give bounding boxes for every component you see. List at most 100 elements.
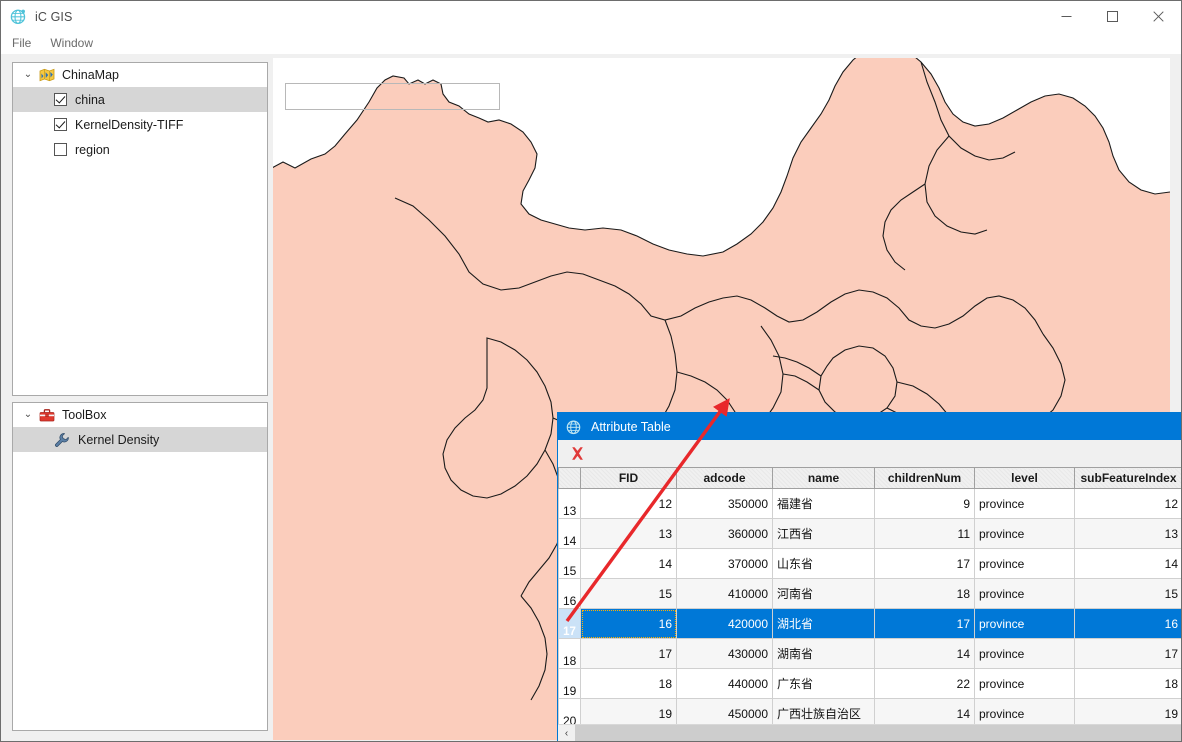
application-window: iC GIS File Window ⌄ ChinaMap china Kern… (0, 0, 1182, 742)
layer-checkbox-kerneldensity-tiff[interactable] (54, 118, 67, 131)
cell-subfeatureindex[interactable]: 18 (1074, 668, 1181, 699)
table-row-selected[interactable]: 17 16 420000 湖北省 17 province 16 (558, 608, 1181, 639)
cell-subfeatureindex[interactable]: 12 (1074, 488, 1181, 519)
column-header-name[interactable]: name (772, 467, 875, 489)
table-row[interactable]: 18 17 430000 湖南省 14 province 17 (558, 638, 1181, 669)
cell-adcode[interactable]: 350000 (676, 488, 773, 519)
layer-item-china[interactable]: china (13, 87, 267, 112)
cell-adcode[interactable]: 440000 (676, 668, 773, 699)
table-row[interactable]: 19 18 440000 广东省 22 province 18 (558, 668, 1181, 699)
row-header-corner[interactable] (558, 467, 581, 489)
scroll-left-arrow-icon[interactable]: ‹ (558, 725, 575, 741)
map-folder-icon (39, 68, 55, 82)
row-number[interactable]: 18 (558, 638, 581, 669)
cell-level[interactable]: province (974, 608, 1075, 639)
cell-adcode[interactable]: 420000 (676, 608, 773, 639)
row-number[interactable]: 17 (558, 608, 581, 639)
map-empty-rectangle (285, 83, 500, 110)
minimize-icon (1061, 16, 1071, 17)
attribute-data-grid[interactable]: FID adcode name childrenNum level subFea… (558, 467, 1181, 741)
attribute-table-window: Attribute Table FID adcode name children… (557, 412, 1181, 741)
row-number[interactable]: 15 (558, 548, 581, 579)
cell-fid[interactable]: 17 (580, 638, 677, 669)
table-body: 13 12 350000 福建省 9 province 12 14 13 360… (558, 488, 1181, 729)
cell-adcode[interactable]: 360000 (676, 518, 773, 549)
cell-level[interactable]: province (974, 548, 1075, 579)
cell-level[interactable]: province (974, 638, 1075, 669)
scrollbar-thumb[interactable] (575, 725, 1181, 741)
column-header-level[interactable]: level (974, 467, 1075, 489)
cell-childrennum[interactable]: 18 (874, 578, 975, 609)
cell-adcode[interactable]: 430000 (676, 638, 773, 669)
chevron-down-icon[interactable]: ⌄ (21, 408, 35, 422)
row-number[interactable]: 16 (558, 578, 581, 609)
window-controls (1043, 1, 1181, 32)
cell-fid[interactable]: 15 (580, 578, 677, 609)
menu-bar: File Window (1, 32, 1181, 54)
cell-name[interactable]: 湖南省 (772, 638, 875, 669)
attribute-table-title: Attribute Table (591, 419, 671, 434)
cell-fid[interactable]: 18 (580, 668, 677, 699)
delete-selection-button[interactable] (567, 444, 587, 464)
cell-name[interactable]: 山东省 (772, 548, 875, 579)
toolbox-item-kernel-density[interactable]: Kernel Density (13, 427, 267, 452)
maximize-button[interactable] (1089, 1, 1135, 32)
cell-fid[interactable]: 14 (580, 548, 677, 579)
row-number[interactable]: 19 (558, 668, 581, 699)
toolbox-group-label: ToolBox (62, 408, 107, 422)
cell-childrennum[interactable]: 11 (874, 518, 975, 549)
cell-subfeatureindex[interactable]: 16 (1074, 608, 1181, 639)
cell-subfeatureindex[interactable]: 15 (1074, 578, 1181, 609)
cell-adcode[interactable]: 410000 (676, 578, 773, 609)
row-number[interactable]: 13 (558, 488, 581, 519)
toolbox-group[interactable]: ⌄ ToolBox (13, 403, 267, 427)
cell-subfeatureindex[interactable]: 17 (1074, 638, 1181, 669)
menu-item-file[interactable]: File (4, 34, 39, 52)
toolbox-icon (39, 409, 55, 422)
cell-childrennum[interactable]: 14 (874, 638, 975, 669)
table-row[interactable]: 15 14 370000 山东省 17 province 14 (558, 548, 1181, 579)
cell-childrennum[interactable]: 17 (874, 548, 975, 579)
cell-name[interactable]: 福建省 (772, 488, 875, 519)
cell-level[interactable]: province (974, 518, 1075, 549)
scrollbar-track[interactable] (575, 725, 1181, 741)
column-header-adcode[interactable]: adcode (676, 467, 773, 489)
table-row[interactable]: 16 15 410000 河南省 18 province 15 (558, 578, 1181, 609)
layer-item-region[interactable]: region (13, 137, 267, 162)
cell-level[interactable]: province (974, 578, 1075, 609)
column-header-subfeatureindex[interactable]: subFeatureIndex (1074, 467, 1181, 489)
cell-name[interactable]: 江西省 (772, 518, 875, 549)
cell-childrennum[interactable]: 9 (874, 488, 975, 519)
layer-group-chinamap[interactable]: ⌄ ChinaMap (13, 63, 267, 87)
minimize-button[interactable] (1043, 1, 1089, 32)
column-header-fid[interactable]: FID (580, 467, 677, 489)
cell-childrennum[interactable]: 22 (874, 668, 975, 699)
horizontal-scrollbar[interactable]: ‹ (558, 724, 1181, 741)
cell-fid[interactable]: 13 (580, 518, 677, 549)
table-row[interactable]: 14 13 360000 江西省 11 province 13 (558, 518, 1181, 549)
menu-item-window[interactable]: Window (42, 34, 101, 52)
cell-level[interactable]: province (974, 488, 1075, 519)
attribute-table: FID adcode name childrenNum level subFea… (558, 467, 1181, 729)
cell-level[interactable]: province (974, 668, 1075, 699)
cell-name[interactable]: 广东省 (772, 668, 875, 699)
close-button[interactable] (1135, 1, 1181, 32)
layer-checkbox-china[interactable] (54, 93, 67, 106)
cell-subfeatureindex[interactable]: 14 (1074, 548, 1181, 579)
layer-item-kerneldensity-tiff[interactable]: KernelDensity-TIFF (13, 112, 267, 137)
globe-icon (566, 420, 581, 434)
chevron-down-icon[interactable]: ⌄ (21, 68, 35, 82)
cell-childrennum[interactable]: 17 (874, 608, 975, 639)
row-number[interactable]: 14 (558, 518, 581, 549)
table-row[interactable]: 13 12 350000 福建省 9 province 12 (558, 488, 1181, 519)
attribute-table-title-bar[interactable]: Attribute Table (558, 413, 1181, 440)
toolbox-panel: ⌄ ToolBox Kernel Density (12, 402, 268, 731)
cell-adcode[interactable]: 370000 (676, 548, 773, 579)
layer-checkbox-region[interactable] (54, 143, 67, 156)
cell-name[interactable]: 湖北省 (772, 608, 875, 639)
cell-fid[interactable]: 16 (580, 608, 677, 639)
cell-name[interactable]: 河南省 (772, 578, 875, 609)
cell-subfeatureindex[interactable]: 13 (1074, 518, 1181, 549)
cell-fid[interactable]: 12 (580, 488, 677, 519)
column-header-childrennum[interactable]: childrenNum (874, 467, 975, 489)
